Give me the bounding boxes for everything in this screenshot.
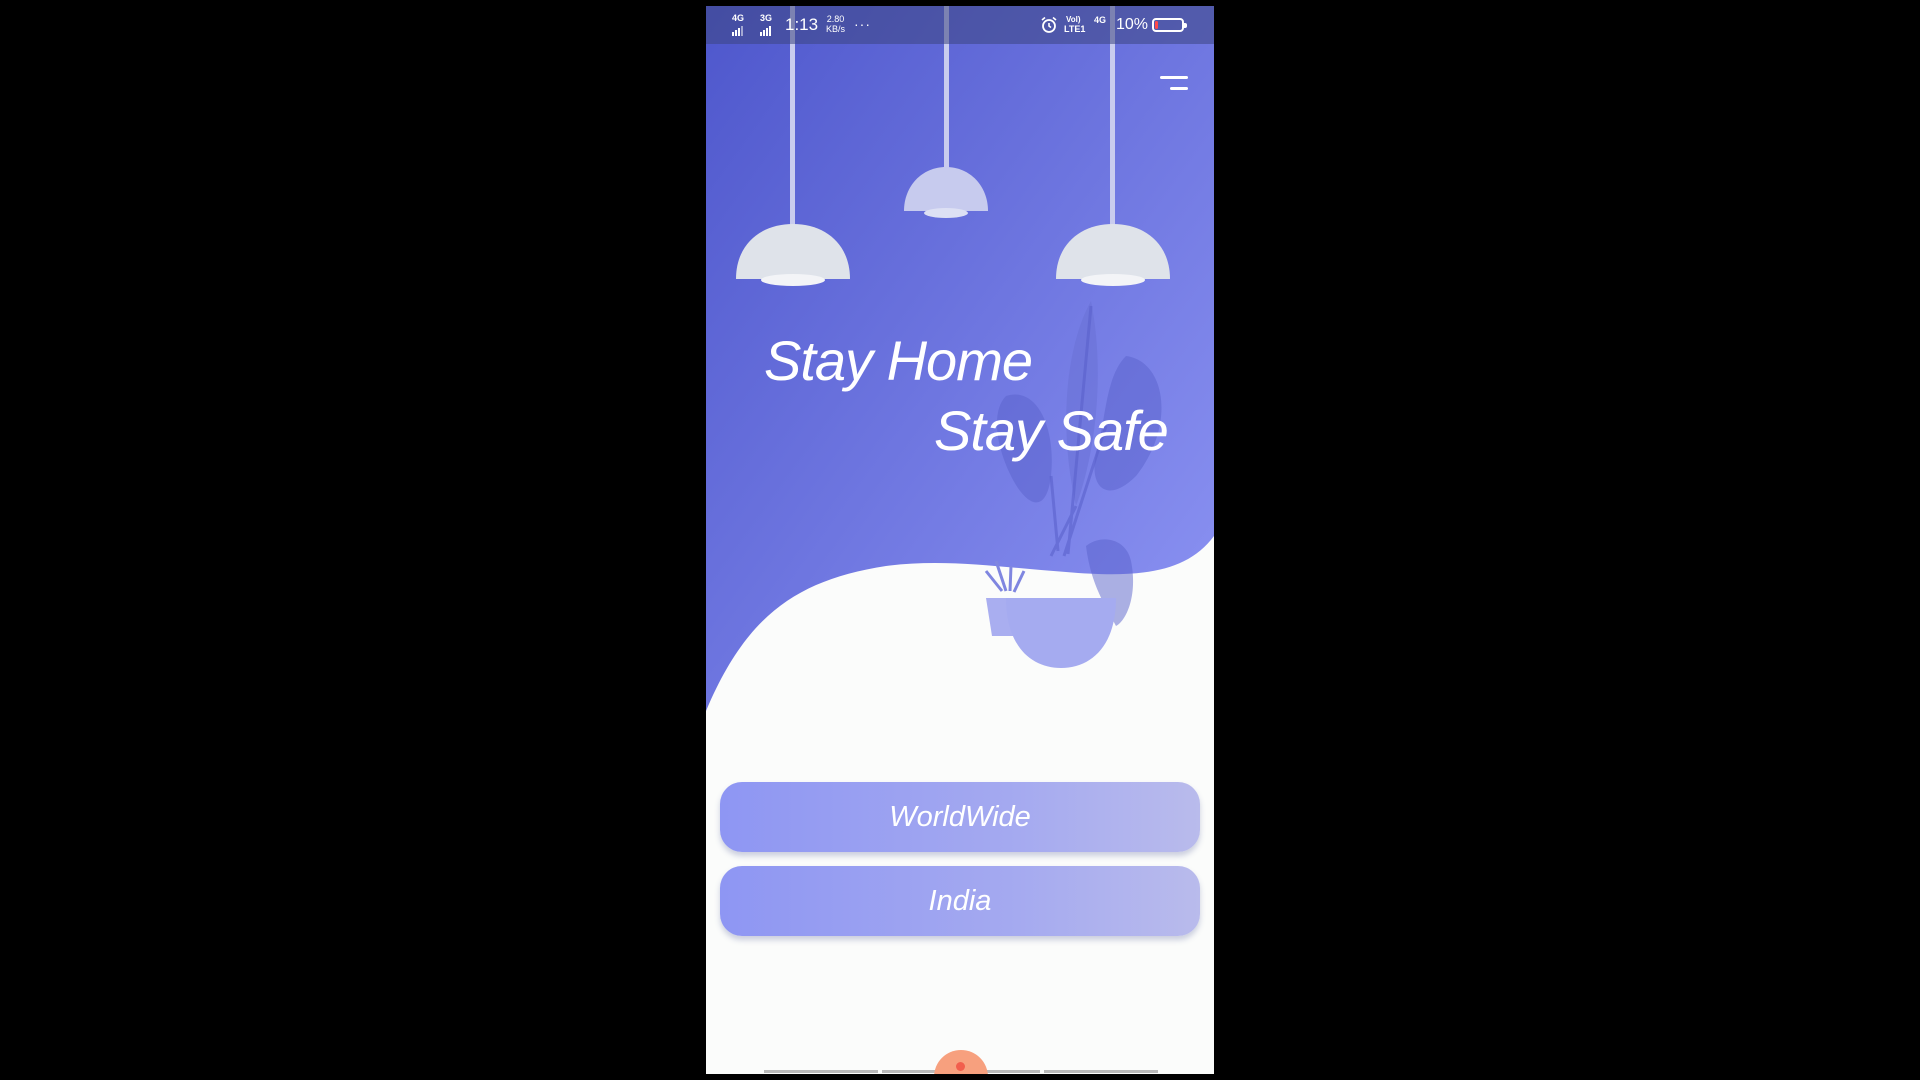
battery-icon bbox=[1152, 18, 1187, 32]
speed-value: 2.80 bbox=[826, 14, 845, 24]
phone-screen: 4G 3G 1:13 2.80 KB/s ··· Vol) LTE1 4G 10… bbox=[706, 6, 1214, 1074]
worldwide-button-label: WorldWide bbox=[889, 800, 1031, 833]
nav-handle-dot bbox=[956, 1062, 965, 1071]
nav-bar-line bbox=[1044, 1070, 1158, 1073]
network-type-3: 4G bbox=[1094, 15, 1107, 25]
lte-label: LTE1 bbox=[1064, 24, 1086, 34]
status-bar: 4G 3G 1:13 2.80 KB/s ··· Vol) LTE1 4G 10… bbox=[706, 6, 1214, 44]
network-type-1: 4G bbox=[732, 13, 745, 23]
hamburger-menu-icon[interactable] bbox=[1152, 70, 1192, 100]
signal-icon bbox=[760, 24, 771, 36]
volte-label: Vol) bbox=[1066, 15, 1081, 24]
headline-stay-safe: Stay Safe bbox=[934, 399, 1169, 462]
clock: 1:13 bbox=[785, 15, 819, 34]
floating-nav-handle[interactable] bbox=[934, 1050, 988, 1074]
india-button[interactable]: India bbox=[720, 866, 1200, 936]
battery-percent: 10% bbox=[1116, 16, 1149, 33]
nav-bar-line bbox=[764, 1070, 878, 1073]
network-type-2: 3G bbox=[760, 13, 773, 23]
alarm-icon bbox=[1041, 16, 1057, 33]
speed-unit: KB/s bbox=[826, 24, 846, 34]
battery-level bbox=[1155, 21, 1158, 29]
more-notifications-icon: ··· bbox=[854, 16, 871, 32]
worldwide-button[interactable]: WorldWide bbox=[720, 782, 1200, 852]
network-speed: 2.80 KB/s bbox=[826, 14, 845, 34]
india-button-label: India bbox=[928, 884, 992, 917]
headline-stay-home: Stay Home bbox=[764, 329, 1033, 392]
signal-icon bbox=[732, 24, 743, 36]
